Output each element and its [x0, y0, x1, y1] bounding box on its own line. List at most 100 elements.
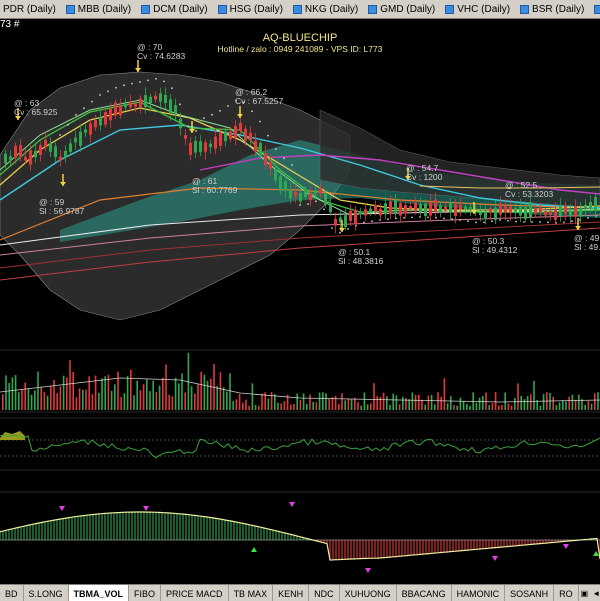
indicator-tab[interactable]: TBMA_VOL — [68, 585, 130, 601]
tab-prev-icon[interactable]: ◄ — [590, 585, 600, 601]
candle-body — [499, 203, 502, 215]
candle-body — [589, 202, 592, 209]
sar-dot — [563, 221, 565, 224]
candle-body — [449, 202, 452, 213]
candle-body — [349, 210, 352, 222]
indicator-tab[interactable]: HAMONIC — [452, 585, 506, 601]
candle-body — [174, 105, 177, 114]
volume-bar — [251, 383, 254, 410]
oscillator-line — [0, 434, 600, 459]
volume-bar — [104, 376, 106, 410]
candle-body — [79, 131, 82, 146]
sar-dot — [75, 114, 77, 116]
volume-bar — [434, 404, 436, 410]
indicator-tab[interactable]: KENH — [273, 585, 310, 601]
price-chart-canvas[interactable] — [0, 0, 600, 584]
sar-dot — [523, 221, 525, 223]
volume-bar — [533, 381, 535, 410]
volume-bar — [562, 400, 564, 410]
volume-bar — [376, 396, 378, 410]
volume-bar — [181, 373, 183, 410]
sar-dot — [91, 100, 93, 103]
volume-bar — [421, 399, 423, 410]
sar-dot — [427, 216, 429, 219]
indicator-tab[interactable]: SOSANH — [505, 585, 555, 601]
volume-bar — [552, 396, 554, 410]
sar-dot — [179, 103, 181, 106]
sar-dot — [515, 220, 517, 223]
candle-body — [199, 141, 202, 153]
indicator-tab[interactable]: BD — [0, 585, 24, 601]
annotation-ann-sl-48: Sl : 48.3816 — [338, 256, 384, 266]
candle-body — [89, 123, 92, 135]
volume-bar — [46, 395, 49, 410]
volume-bar — [462, 401, 465, 410]
volume-bar — [466, 403, 468, 410]
candle-body — [119, 105, 122, 116]
volume-bar — [514, 397, 516, 410]
candle-body — [454, 204, 457, 217]
sar-dot — [187, 125, 189, 127]
sar-dot — [219, 110, 221, 112]
sar-dot — [387, 218, 389, 221]
annotation-ann-cv-74: Cv : 74.6283 — [137, 51, 186, 61]
volume-bar — [254, 405, 257, 410]
volume-bar — [366, 404, 369, 410]
candle-body — [404, 205, 407, 214]
volume-bar — [152, 380, 154, 410]
candle-body — [69, 143, 72, 152]
candle-body — [344, 215, 347, 228]
sar-dot — [267, 134, 269, 137]
candle-body — [19, 145, 22, 157]
candle-body — [409, 205, 412, 209]
volume-bar — [130, 369, 132, 410]
volume-bar — [398, 404, 401, 410]
tab-lock-icon[interactable]: ▣ — [579, 585, 591, 601]
volume-bar — [30, 394, 33, 410]
volume-bar — [523, 399, 526, 410]
volume-bar — [126, 375, 129, 410]
volume-bar — [203, 374, 206, 410]
candle-body — [524, 207, 527, 220]
sar-dot — [291, 164, 293, 166]
indicator-tab[interactable]: XUHUONG — [340, 585, 397, 601]
indicator-tab[interactable]: NDC — [309, 585, 340, 601]
candle-body — [559, 205, 562, 217]
volume-bar — [210, 378, 212, 410]
volume-bar — [226, 391, 228, 410]
volume-bar — [171, 396, 174, 410]
candle-body — [219, 133, 222, 146]
volume-bar — [120, 397, 122, 410]
candle-body — [294, 191, 297, 197]
candle-body — [364, 209, 367, 216]
candle-body — [149, 96, 152, 103]
volume-bar — [501, 405, 503, 410]
indicator-tab[interactable]: BBACANG — [397, 585, 452, 601]
sar-dot — [363, 221, 365, 224]
indicator-tab[interactable]: PRICE MACD — [161, 585, 229, 601]
sar-dot — [531, 221, 533, 223]
indicator-tab[interactable]: S.LONG — [24, 585, 69, 601]
volume-bar — [453, 405, 455, 410]
candle-body — [514, 207, 517, 214]
indicator-tab[interactable]: RO — [554, 585, 579, 601]
candle-body — [259, 142, 262, 156]
candle-body — [129, 101, 132, 108]
volume-bar — [66, 377, 68, 410]
candle-body — [54, 146, 57, 158]
volume-bar — [139, 390, 142, 410]
indicator-tab[interactable]: TB MAX — [229, 585, 274, 601]
volume-bar — [299, 400, 302, 410]
volume-bar — [114, 384, 116, 410]
annotation-ann-sl-49: Sl : 49.4312 — [472, 245, 518, 255]
indicator-tab[interactable]: FIBO — [129, 585, 162, 601]
sar-dot — [331, 227, 333, 229]
sar-dot — [451, 218, 453, 221]
volume-bar — [293, 403, 295, 410]
volume-bar — [520, 395, 522, 410]
volume-bar — [270, 392, 273, 410]
sar-dot — [499, 219, 501, 221]
volume-bar — [78, 388, 81, 410]
volume-bar — [306, 403, 308, 410]
candle-body — [274, 169, 277, 181]
